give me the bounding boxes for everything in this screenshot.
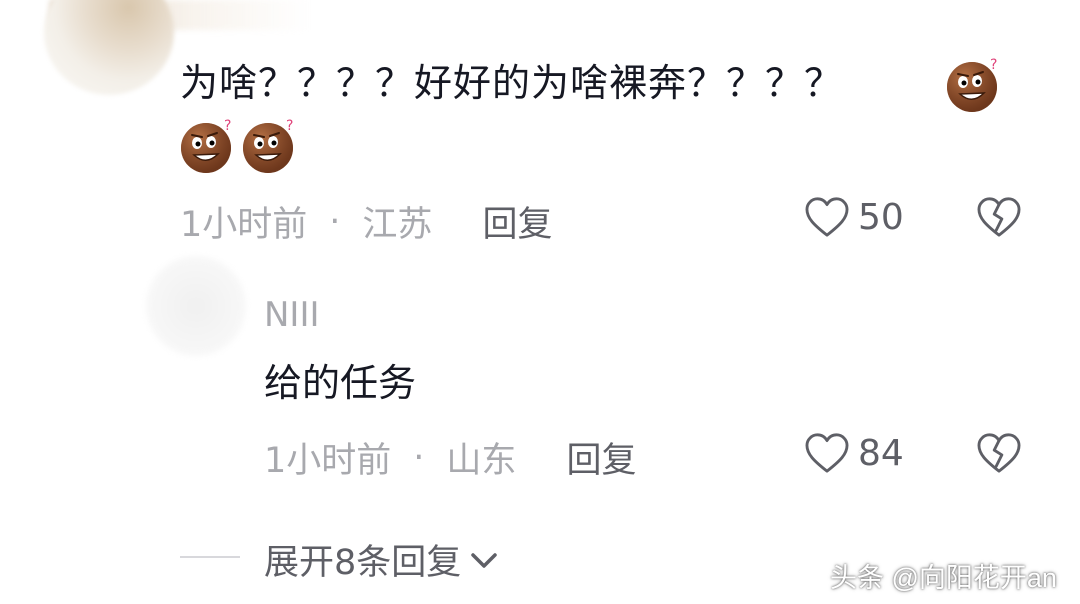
svg-text:?: ? — [286, 118, 293, 134]
comment-meta: 1小时前 · 江苏 回复 — [180, 196, 552, 247]
expand-replies-label: 展开8条回复 — [264, 543, 462, 583]
reply-button[interactable]: 回复 — [566, 432, 636, 483]
watermark: 头条 @向阳花开an — [830, 563, 1057, 593]
expand-divider — [180, 556, 240, 558]
reply-location: 山东 — [446, 441, 517, 481]
comment-time: 1小时前 — [180, 205, 308, 245]
comment-text: 为啥？？？？好好的为啥裸奔？？？？ — [180, 61, 844, 105]
dislike-button[interactable] — [976, 196, 1022, 242]
expand-replies-button[interactable]: 展开8条回复 — [264, 534, 499, 585]
reply-button[interactable]: 回复 — [482, 196, 552, 247]
replier-avatar[interactable] — [146, 256, 246, 356]
confused-face-emoji: ? — [944, 55, 1004, 115]
svg-text:?: ? — [990, 57, 997, 73]
reply-time: 1小时前 — [264, 441, 392, 481]
heart-outline-icon — [805, 433, 849, 473]
emoji-group-1: ? — [944, 55, 1004, 119]
like-button[interactable]: 50 — [804, 196, 904, 238]
dislike-button[interactable] — [976, 432, 1022, 478]
heart-outline-icon — [805, 197, 849, 237]
broken-heart-icon — [977, 433, 1021, 473]
meta-separator: · — [413, 437, 425, 478]
confused-face-emoji: ? — [240, 116, 300, 176]
commenter-avatar[interactable] — [44, 0, 174, 95]
reply-meta: 1小时前 · 山东 回复 — [264, 432, 636, 483]
reply-text: 给的任务 — [264, 361, 417, 405]
svg-text:?: ? — [224, 118, 231, 134]
like-count: 84 — [858, 432, 904, 474]
like-count: 50 — [858, 196, 904, 238]
emoji-group-2: ? ? — [178, 116, 300, 176]
comment-location: 江苏 — [362, 205, 433, 245]
like-button[interactable]: 84 — [804, 432, 904, 474]
confused-face-emoji: ? — [178, 116, 238, 176]
reply-username[interactable]: NIII — [264, 295, 320, 335]
broken-heart-icon — [977, 197, 1021, 237]
meta-separator: · — [329, 201, 341, 242]
chevron-down-icon — [471, 552, 498, 568]
